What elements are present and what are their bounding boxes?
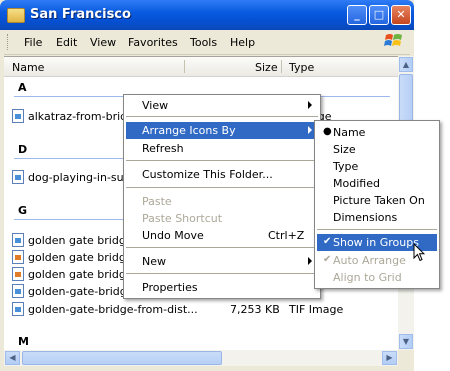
menu-item-arrange-icons-by[interactable]: Arrange Icons By bbox=[126, 122, 318, 139]
column-header: Name Size Type bbox=[4, 57, 398, 77]
menu-item-view[interactable]: View bbox=[126, 97, 318, 114]
submenu-item-dimensions[interactable]: Dimensions bbox=[317, 209, 437, 226]
column-name[interactable]: Name bbox=[12, 61, 44, 74]
mouse-pointer-icon bbox=[413, 243, 425, 262]
context-menu: View Arrange Icons By Refresh Customize … bbox=[123, 94, 321, 299]
menu-view[interactable]: View bbox=[90, 36, 116, 49]
menu-item-customize-folder[interactable]: Customize This Folder... bbox=[126, 166, 318, 183]
menu-bar: File Edit View Favorites Tools Help bbox=[4, 30, 410, 55]
group-header-g: G bbox=[18, 204, 28, 217]
checkmark-icon: ✔ bbox=[323, 254, 332, 265]
tif-file-icon bbox=[12, 284, 24, 298]
submenu-item-modified[interactable]: Modified bbox=[317, 175, 437, 192]
scroll-down-arrow-icon[interactable]: ▼ bbox=[399, 334, 413, 349]
menu-item-new[interactable]: New bbox=[126, 253, 318, 270]
size-grip[interactable] bbox=[398, 350, 414, 366]
submenu-item-size[interactable]: Size bbox=[317, 141, 437, 158]
radio-bullet-icon: ● bbox=[323, 126, 332, 137]
checkmark-icon: ✔ bbox=[323, 236, 332, 247]
scroll-up-arrow-icon[interactable]: ▲ bbox=[399, 57, 413, 72]
file-type: TIF Image bbox=[289, 303, 344, 316]
menu-help[interactable]: Help bbox=[230, 36, 255, 49]
jpeg-file-icon bbox=[12, 267, 24, 281]
file-name: golden-gate-bridge-from-dist... bbox=[28, 303, 198, 316]
maximize-button[interactable]: □ bbox=[369, 5, 389, 25]
menu-item-undo-move[interactable]: Undo Move Ctrl+Z bbox=[126, 227, 318, 244]
submenu-item-picture-taken-on[interactable]: Picture Taken On bbox=[317, 192, 437, 209]
scroll-right-arrow-icon[interactable]: ▶ bbox=[382, 351, 397, 365]
submenu-item-align-to-grid: Align to Grid bbox=[333, 271, 402, 284]
submenu-item-type[interactable]: Type bbox=[317, 158, 437, 175]
menu-item-paste-shortcut: Paste Shortcut bbox=[142, 212, 223, 225]
column-type[interactable]: Type bbox=[289, 61, 314, 74]
menu-tools[interactable]: Tools bbox=[190, 36, 217, 49]
jpeg-file-icon bbox=[12, 250, 24, 264]
horizontal-scroll-thumb[interactable] bbox=[22, 351, 222, 365]
tif-file-icon bbox=[12, 233, 24, 247]
horizontal-scrollbar[interactable]: ◀ ▶ bbox=[4, 350, 398, 366]
close-button[interactable]: ✕ bbox=[391, 5, 411, 25]
menu-item-refresh[interactable]: Refresh bbox=[126, 140, 318, 157]
menu-edit[interactable]: Edit bbox=[56, 36, 77, 49]
file-name: dog-playing-in-surf bbox=[28, 171, 133, 184]
title-bar[interactable]: San Francisco _ □ ✕ bbox=[0, 0, 414, 30]
group-header-m: M bbox=[18, 335, 29, 348]
shortcut-text: Ctrl+Z bbox=[268, 229, 305, 242]
group-header-d: D bbox=[18, 143, 28, 156]
windows-logo-icon bbox=[384, 34, 402, 46]
group-header-a: A bbox=[18, 81, 27, 94]
window-title: San Francisco bbox=[30, 7, 131, 22]
folder-icon bbox=[7, 8, 25, 23]
submenu-item-name[interactable]: ● Name bbox=[317, 124, 437, 141]
menu-favorites[interactable]: Favorites bbox=[128, 36, 178, 49]
tif-file-icon bbox=[12, 109, 24, 123]
menu-item-properties[interactable]: Properties bbox=[126, 279, 318, 296]
file-size: 7,253 KB bbox=[230, 303, 280, 316]
menu-file[interactable]: File bbox=[24, 36, 42, 49]
arrange-icons-submenu: ● Name Size Type Modified Picture Taken … bbox=[314, 120, 440, 289]
menu-item-paste: Paste bbox=[142, 195, 172, 208]
tif-file-icon bbox=[12, 170, 24, 184]
scroll-left-arrow-icon[interactable]: ◀ bbox=[5, 351, 20, 365]
tif-file-icon bbox=[12, 302, 24, 316]
column-size[interactable]: Size bbox=[255, 61, 278, 74]
toolbar-grip[interactable] bbox=[7, 34, 11, 50]
minimize-button[interactable]: _ bbox=[347, 5, 367, 25]
